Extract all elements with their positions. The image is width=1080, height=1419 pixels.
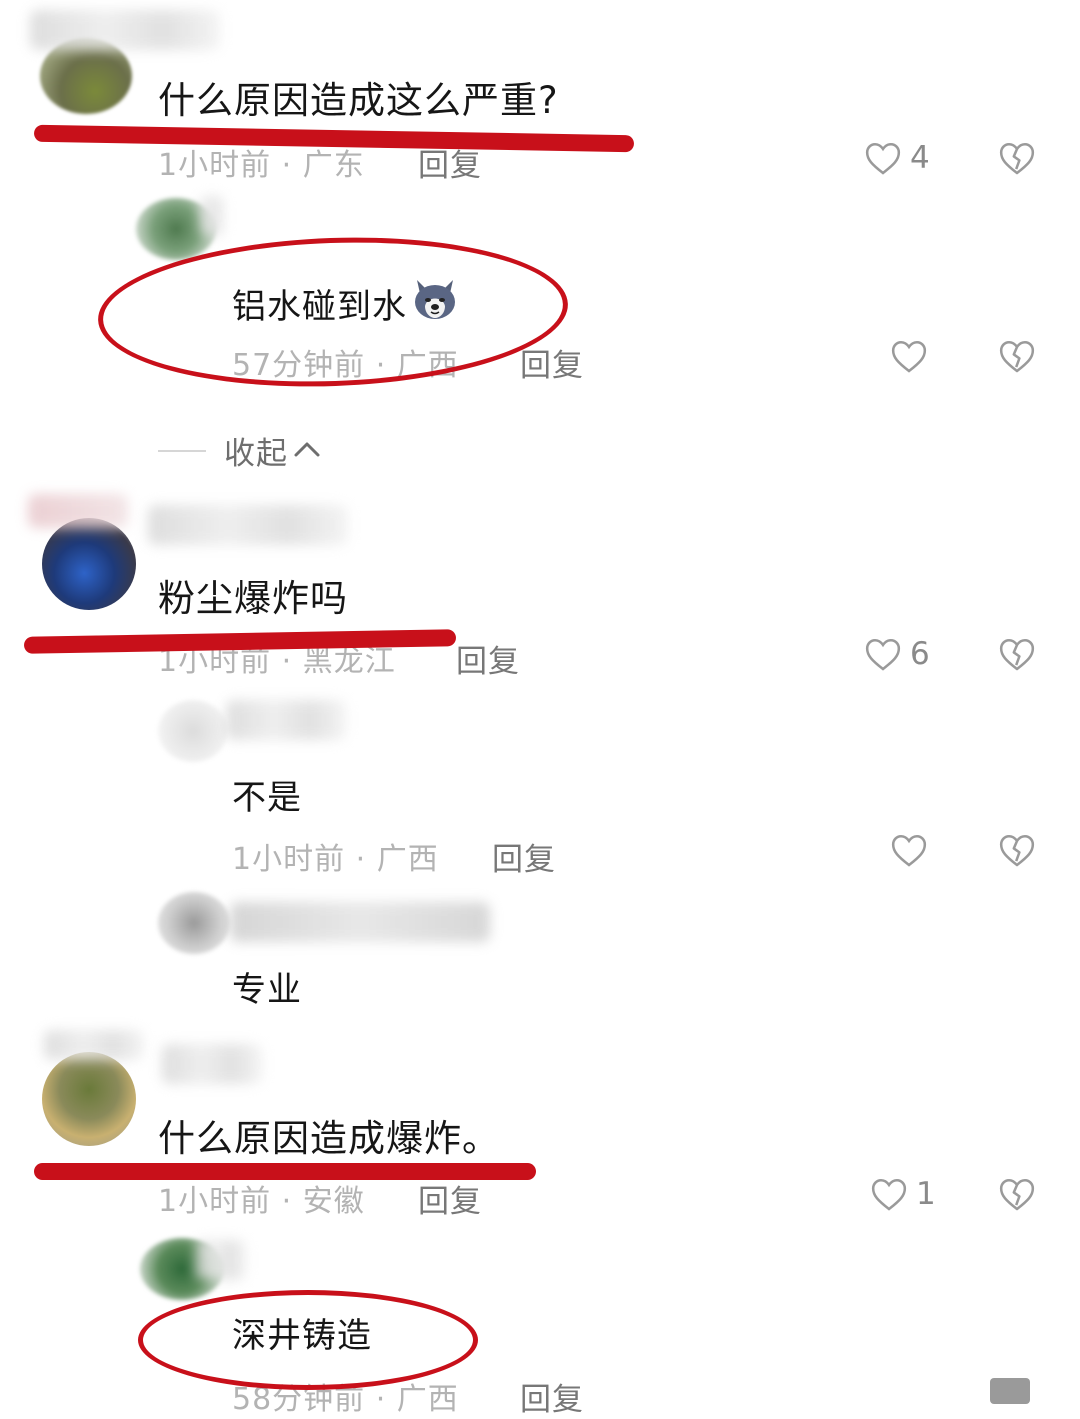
username-blurred[interactable] bbox=[30, 10, 220, 50]
reply-button[interactable]: 回复 bbox=[456, 636, 520, 681]
dislike-button[interactable] bbox=[998, 1176, 1036, 1212]
annotation-circle bbox=[138, 1290, 478, 1390]
broken-heart-icon bbox=[998, 338, 1036, 374]
heart-outline-icon bbox=[864, 636, 902, 672]
avatar[interactable] bbox=[42, 1052, 136, 1146]
broken-heart-icon bbox=[988, 1376, 1032, 1406]
broken-heart-icon bbox=[998, 832, 1036, 868]
reply-button[interactable]: 回复 bbox=[520, 340, 584, 385]
heart-outline-icon bbox=[864, 140, 902, 176]
chevron-up-icon bbox=[292, 438, 322, 464]
reply-text: 专业 bbox=[232, 970, 302, 1010]
broken-heart-icon bbox=[998, 140, 1036, 176]
divider bbox=[158, 449, 206, 452]
dislike-button[interactable] bbox=[998, 636, 1036, 672]
like-count: 4 bbox=[910, 140, 930, 176]
comment-text: 什么原因造成爆炸。 bbox=[158, 1117, 500, 1160]
username-blurred[interactable] bbox=[162, 1044, 262, 1084]
dislike-button[interactable] bbox=[988, 1376, 1032, 1406]
like-count: 6 bbox=[910, 636, 930, 672]
reply-text: 不是 bbox=[232, 778, 302, 818]
comment-meta: 1小时前 · 安徽 bbox=[158, 1184, 365, 1219]
username-blurred[interactable] bbox=[230, 902, 490, 942]
like-button[interactable] bbox=[890, 338, 928, 374]
reply-button[interactable]: 回复 bbox=[418, 1176, 482, 1221]
heart-outline-icon bbox=[890, 338, 928, 374]
avatar[interactable] bbox=[158, 700, 228, 762]
username-blurred[interactable] bbox=[148, 505, 348, 545]
heart-outline-icon bbox=[870, 1176, 908, 1212]
username-blurred[interactable] bbox=[196, 1240, 246, 1280]
collapse-replies-button[interactable]: 收起 bbox=[158, 428, 322, 473]
comment-text: 粉尘爆炸吗 bbox=[158, 577, 348, 620]
like-button[interactable]: 4 bbox=[864, 140, 930, 176]
broken-heart-icon bbox=[998, 636, 1036, 672]
like-count: 1 bbox=[916, 1176, 936, 1212]
broken-heart-icon bbox=[998, 1176, 1036, 1212]
heart-outline-icon bbox=[890, 832, 928, 868]
avatar[interactable] bbox=[42, 518, 136, 610]
dislike-button[interactable] bbox=[998, 338, 1036, 374]
dislike-button[interactable] bbox=[998, 140, 1036, 176]
reply-button[interactable]: 回复 bbox=[520, 1374, 584, 1419]
like-button[interactable] bbox=[890, 832, 928, 868]
username-blurred[interactable] bbox=[28, 494, 128, 528]
username-blurred[interactable] bbox=[44, 1030, 144, 1060]
reply-button[interactable]: 回复 bbox=[492, 834, 556, 879]
dislike-button[interactable] bbox=[998, 832, 1036, 868]
username-blurred[interactable] bbox=[226, 700, 346, 740]
avatar[interactable] bbox=[158, 892, 230, 954]
like-button[interactable]: 6 bbox=[864, 636, 930, 672]
like-button[interactable]: 1 bbox=[870, 1176, 936, 1212]
reply-meta: 1小时前 · 广西 bbox=[232, 842, 439, 877]
annotation-underline bbox=[34, 1163, 536, 1180]
username-blurred[interactable] bbox=[200, 196, 224, 236]
collapse-label: 收起 bbox=[224, 436, 288, 472]
comment-text: 什么原因造成这么严重? bbox=[158, 79, 559, 122]
